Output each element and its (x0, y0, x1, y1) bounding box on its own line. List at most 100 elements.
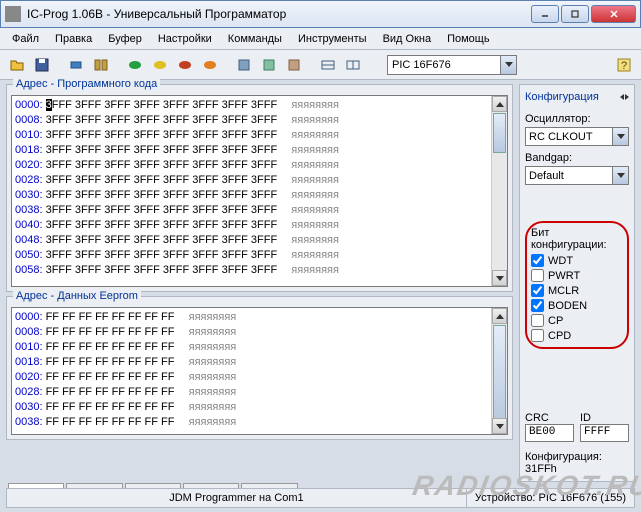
scrollbar[interactable] (491, 308, 507, 434)
hex-row[interactable]: 0018: FF FF FF FF FF FF FF FF яяяяяяяя (15, 355, 504, 370)
menu-правка[interactable]: Правка (49, 31, 98, 47)
checkbox[interactable] (531, 329, 544, 342)
hex-row[interactable]: 0028: 3FFF 3FFF 3FFF 3FFF 3FFF 3FFF 3FFF… (15, 173, 504, 188)
menu-настройки[interactable]: Настройки (152, 31, 218, 47)
scrollbar[interactable] (491, 96, 507, 286)
chip-yellow-icon[interactable] (149, 54, 171, 76)
id-field[interactable]: FFFF (580, 424, 629, 442)
hex-row[interactable]: 0058: 3FFF 3FFF 3FFF 3FFF 3FFF 3FFF 3FFF… (15, 263, 504, 278)
scroll-thumb[interactable] (493, 113, 506, 153)
config-bit-boden[interactable]: BODEN (531, 298, 623, 313)
menu-буфер[interactable]: Буфер (102, 31, 148, 47)
code-memory-title: Адрес - Программного кода (13, 78, 160, 90)
menu-вид окна[interactable]: Вид Окна (377, 31, 438, 47)
maximize-button[interactable] (561, 5, 589, 23)
config-bit-label: WDT (548, 255, 573, 267)
dropdown-arrow-icon (612, 128, 628, 145)
menubar: ФайлПравкаБуферНастройкиКоммандыИнструме… (0, 28, 641, 50)
oscillator-value: RC CLKOUT (529, 131, 593, 143)
hex-row[interactable]: 0020: 3FFF 3FFF 3FFF 3FFF 3FFF 3FFF 3FFF… (15, 158, 504, 173)
menu-инструменты[interactable]: Инструменты (292, 31, 373, 47)
scroll-thumb[interactable] (493, 325, 506, 425)
config-bit-mclr[interactable]: MCLR (531, 283, 623, 298)
status-programmer: JDM Programmer на Com1 (7, 489, 467, 507)
id-label: ID (580, 412, 629, 424)
config-bit-cpd[interactable]: CPD (531, 328, 623, 343)
config-bit-cp[interactable]: CP (531, 313, 623, 328)
hex-row[interactable]: 0008: 3FFF 3FFF 3FFF 3FFF 3FFF 3FFF 3FFF… (15, 113, 504, 128)
action-b-icon[interactable] (258, 54, 280, 76)
config-bit-pwrt[interactable]: PWRT (531, 268, 623, 283)
hex-row[interactable]: 0028: FF FF FF FF FF FF FF FF яяяяяяяя (15, 385, 504, 400)
chip-red-icon[interactable] (174, 54, 196, 76)
menu-комманды[interactable]: Комманды (222, 31, 288, 47)
eeprom-hex-editor[interactable]: 0000: FF FF FF FF FF FF FF FF яяяяяяяя00… (11, 307, 508, 435)
config-bit-label: CPD (548, 330, 571, 342)
code-hex-editor[interactable]: 0000: 3FFF 3FFF 3FFF 3FFF 3FFF 3FFF 3FFF… (11, 95, 508, 287)
oscillator-select[interactable]: RC CLKOUT (525, 127, 629, 146)
hex-row[interactable]: 0030: 3FFF 3FFF 3FFF 3FFF 3FFF 3FFF 3FFF… (15, 188, 504, 203)
toolbar: PIC 16F676 ? (0, 50, 641, 80)
config-bit-label: PWRT (548, 270, 580, 282)
view-2-icon[interactable] (342, 54, 364, 76)
hex-row[interactable]: 0018: 3FFF 3FFF 3FFF 3FFF 3FFF 3FFF 3FFF… (15, 143, 504, 158)
action-c-icon[interactable] (283, 54, 305, 76)
app-icon (5, 6, 21, 22)
hex-row[interactable]: 0010: 3FFF 3FFF 3FFF 3FFF 3FFF 3FFF 3FFF… (15, 128, 504, 143)
config-bits-highlight: Бит конфигурации: WDT PWRT MCLR BODENCP CPD (525, 221, 629, 349)
svg-text:?: ? (621, 60, 627, 72)
save-icon[interactable] (31, 54, 53, 76)
chip-orange-icon[interactable] (199, 54, 221, 76)
eeprom-title: Адрес - Данных Eeprom (13, 290, 141, 302)
hex-row[interactable]: 0010: FF FF FF FF FF FF FF FF яяяяяяяя (15, 340, 504, 355)
config-panel: Конфигурация Осциллятор: RC CLKOUT Bandg… (519, 84, 635, 482)
dropdown-arrow-icon (500, 56, 516, 74)
menu-помощь[interactable]: Помощь (441, 31, 496, 47)
oscillator-label: Осциллятор: (525, 113, 629, 125)
scroll-up-icon[interactable] (492, 308, 507, 324)
menu-файл[interactable]: Файл (6, 31, 45, 47)
statusbar: JDM Programmer на Com1 Устройство: PIC 1… (6, 488, 635, 508)
config-bits-label: Бит конфигурации: (531, 227, 623, 251)
view-1-icon[interactable] (317, 54, 339, 76)
action-a-icon[interactable] (233, 54, 255, 76)
dropdown-arrow-icon (612, 167, 628, 184)
hex-row[interactable]: 0038: FF FF FF FF FF FF FF FF яяяяяяяя (15, 415, 504, 430)
hex-row[interactable]: 0008: FF FF FF FF FF FF FF FF яяяяяяяя (15, 325, 504, 340)
checkbox[interactable] (531, 254, 544, 267)
hex-row[interactable]: 0050: 3FFF 3FFF 3FFF 3FFF 3FFF 3FFF 3FFF… (15, 248, 504, 263)
hex-row[interactable]: 0000: FF FF FF FF FF FF FF FF яяяяяяяя (15, 310, 504, 325)
scroll-down-icon[interactable] (492, 270, 507, 286)
bandgap-value: Default (529, 170, 564, 182)
open-icon[interactable] (6, 54, 28, 76)
scroll-down-icon[interactable] (492, 418, 507, 434)
scroll-up-icon[interactable] (492, 96, 507, 112)
hex-row[interactable]: 0038: 3FFF 3FFF 3FFF 3FFF 3FFF 3FFF 3FFF… (15, 203, 504, 218)
config-bit-label: MCLR (548, 285, 579, 297)
config-bit-wdt[interactable]: WDT (531, 253, 623, 268)
compare-icon[interactable] (90, 54, 112, 76)
hex-row[interactable]: 0020: FF FF FF FF FF FF FF FF яяяяяяяя (15, 370, 504, 385)
device-select[interactable]: PIC 16F676 (387, 55, 517, 75)
bandgap-select[interactable]: Default (525, 166, 629, 185)
help-icon[interactable]: ? (613, 54, 635, 76)
config-bit-label: BODEN (548, 300, 587, 312)
hex-row[interactable]: 0000: 3FFF 3FFF 3FFF 3FFF 3FFF 3FFF 3FFF… (15, 98, 504, 113)
minimize-button[interactable] (531, 5, 559, 23)
config-word-label: Конфигурация: 31FFh (525, 451, 629, 475)
chip-green-icon[interactable] (124, 54, 146, 76)
checkbox[interactable] (531, 299, 544, 312)
hex-row[interactable]: 0048: 3FFF 3FFF 3FFF 3FFF 3FFF 3FFF 3FFF… (15, 233, 504, 248)
checkbox[interactable] (531, 284, 544, 297)
close-button[interactable] (591, 5, 636, 23)
collapse-arrows-icon[interactable] (620, 94, 629, 100)
hex-row[interactable]: 0030: FF FF FF FF FF FF FF FF яяяяяяяя (15, 400, 504, 415)
code-memory-group: Адрес - Программного кода 0000: 3FFF 3FF… (6, 84, 513, 292)
checkbox[interactable] (531, 269, 544, 282)
hex-row[interactable]: 0040: 3FFF 3FFF 3FFF 3FFF 3FFF 3FFF 3FFF… (15, 218, 504, 233)
checkbox[interactable] (531, 314, 544, 327)
config-title: Конфигурация (525, 91, 599, 103)
crc-field[interactable]: BE00 (525, 424, 574, 442)
status-device: Устройство: PIC 16F676 (155) (467, 489, 634, 507)
read-chip-icon[interactable] (65, 54, 87, 76)
